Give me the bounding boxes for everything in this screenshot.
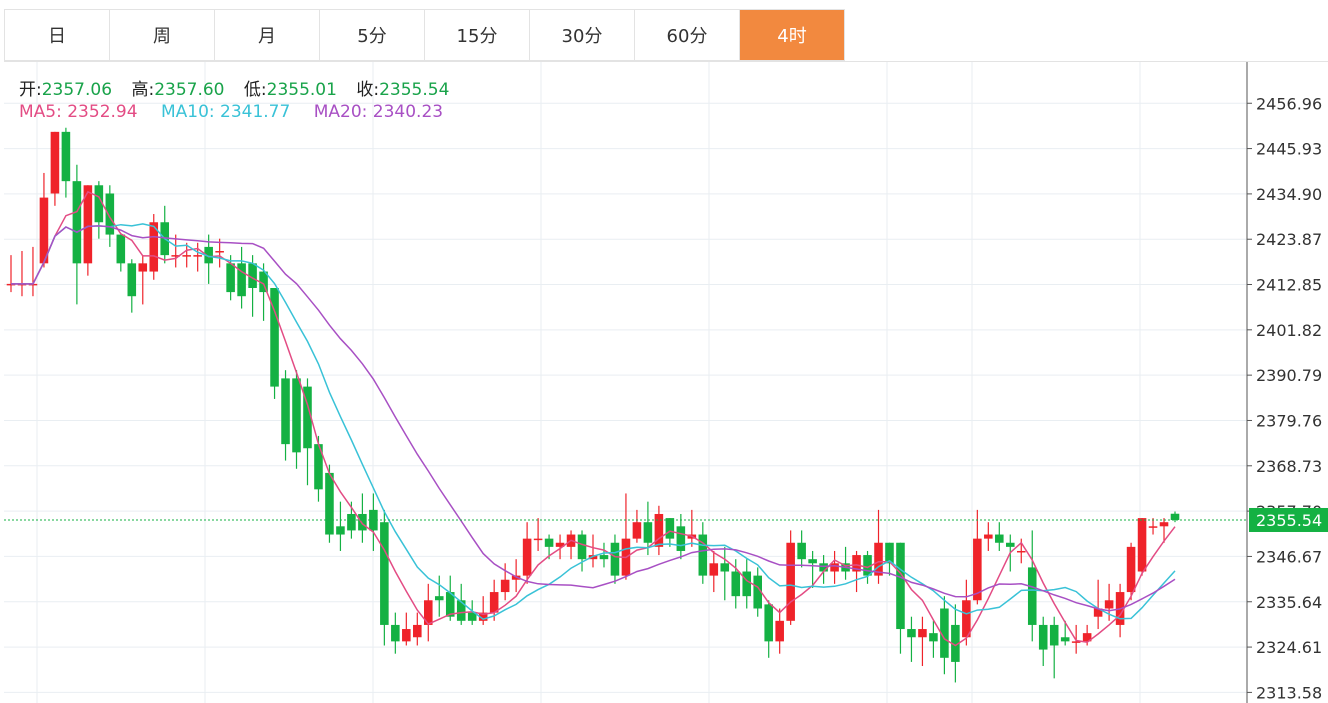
ma20-label: MA20: 2340.23 — [313, 102, 444, 122]
candle-body — [643, 522, 653, 543]
candle-body — [665, 518, 675, 539]
candle-body — [984, 534, 993, 539]
candle-body — [237, 263, 246, 297]
low-label: 低: — [243, 80, 267, 100]
high-value: 2357.60 — [154, 80, 225, 100]
candle-body — [786, 542, 795, 621]
y-tick-label: 2346.67 — [1256, 547, 1322, 566]
low-value: 2355.01 — [266, 80, 337, 100]
candle-body — [522, 538, 532, 576]
candle-body — [193, 255, 202, 257]
candle-body — [500, 579, 510, 593]
y-tick-label: 2456.96 — [1256, 94, 1322, 113]
candle-body — [61, 131, 71, 182]
y-tick-label: 2423.87 — [1256, 230, 1322, 249]
candle-body — [709, 563, 719, 576]
candle-body — [127, 263, 137, 297]
last-price-label: 2355.54 — [1256, 511, 1322, 530]
candle-body — [347, 513, 356, 531]
candle-body — [1049, 624, 1059, 646]
candle-body — [544, 538, 554, 547]
candle-body — [413, 624, 422, 638]
candle-body — [380, 522, 389, 625]
candle-body — [731, 571, 741, 597]
candle-body — [995, 534, 1004, 543]
candle-body — [281, 378, 290, 445]
candle-body — [610, 542, 620, 576]
candle-body — [764, 604, 773, 642]
candle-body — [1148, 526, 1158, 528]
candle-body — [808, 559, 817, 564]
y-tick-label: 2401.82 — [1256, 321, 1322, 340]
candle-body — [391, 624, 400, 642]
candle-body — [929, 633, 938, 642]
candle-body — [874, 542, 883, 576]
y-tick-label: 2379.76 — [1256, 411, 1322, 430]
candle-body — [1104, 600, 1114, 609]
candle-body — [830, 563, 839, 572]
candle-body — [1006, 542, 1015, 547]
candle-body — [1027, 567, 1037, 625]
y-tick-label: 2335.64 — [1256, 593, 1322, 612]
y-tick-label: 2390.79 — [1256, 366, 1322, 385]
candle-body — [577, 534, 587, 560]
candle-body — [72, 181, 82, 264]
candle-body — [533, 538, 543, 541]
ma5-line — [11, 190, 1176, 647]
ma10-label: MA10: 2341.77 — [160, 102, 291, 122]
candle-body — [456, 600, 466, 621]
ma5-label: MA5: 2352.94 — [19, 102, 138, 122]
candle-body — [116, 234, 126, 264]
close-value: 2355.54 — [379, 80, 450, 100]
y-tick-label: 2445.93 — [1256, 140, 1322, 159]
candle-body — [896, 542, 905, 630]
open-value: 2357.06 — [41, 80, 113, 100]
candle-body — [1137, 518, 1147, 572]
candle-body — [434, 596, 444, 601]
y-tick-label: 2368.73 — [1256, 457, 1322, 476]
y-tick-label: 2412.85 — [1256, 276, 1322, 295]
ma-legend: MA5: 2352.94 MA10: 2341.77 MA20: 2340.23 — [19, 102, 461, 122]
candle-body — [742, 571, 752, 597]
ohlc-info: 开:2357.06 高:2357.60 低:2355.01 收:2355.54 — [19, 75, 463, 100]
candle-body — [1126, 546, 1136, 593]
candle-body — [182, 255, 191, 257]
y-tick-label: 2324.61 — [1256, 638, 1322, 657]
candle-body — [292, 378, 301, 453]
candle-body — [226, 263, 235, 293]
candle-body — [325, 472, 334, 535]
candle-body — [676, 526, 686, 551]
y-tick-label: 2434.90 — [1256, 185, 1322, 204]
candle-body — [336, 526, 345, 535]
candle-body — [138, 263, 148, 272]
open-label: 开: — [19, 80, 42, 100]
candle-body — [402, 629, 411, 642]
candle-body — [1170, 513, 1180, 520]
candle-body — [599, 555, 609, 560]
candle-body — [775, 620, 784, 642]
candle-body — [215, 251, 224, 253]
high-label: 高: — [131, 80, 155, 100]
candle-body — [1060, 637, 1070, 642]
candle-body — [489, 592, 499, 613]
y-tick-label: 2313.58 — [1256, 683, 1322, 702]
candle-body — [358, 513, 367, 531]
candle-body — [1038, 624, 1048, 650]
candle-body — [962, 600, 971, 638]
candle-body — [1159, 522, 1169, 527]
candle-body — [632, 522, 642, 539]
candle-body — [918, 629, 927, 638]
candle-body — [797, 542, 806, 560]
candle-body — [907, 629, 916, 638]
candle-body — [720, 563, 730, 572]
candle-body — [1016, 550, 1026, 553]
candle-body — [50, 131, 60, 194]
close-label: 收: — [356, 80, 380, 100]
